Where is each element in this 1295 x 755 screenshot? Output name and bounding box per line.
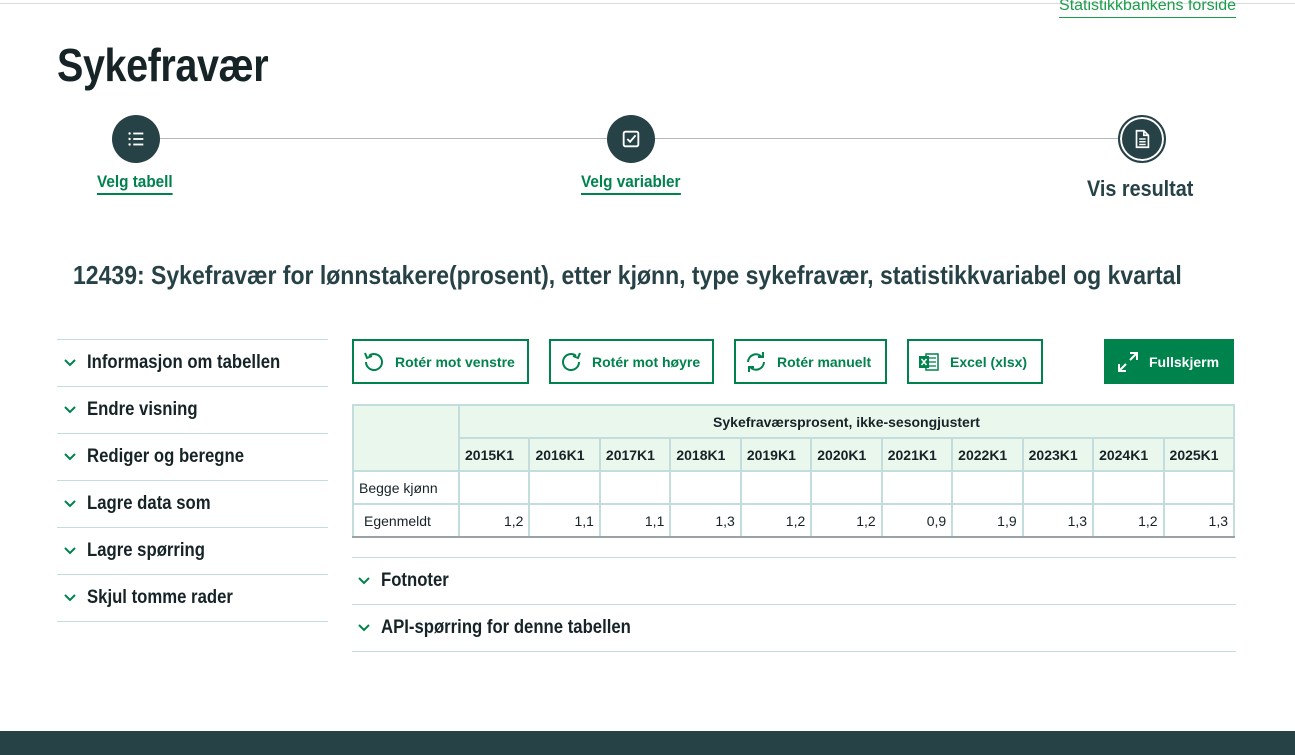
chevron-down-icon xyxy=(64,453,76,461)
fullscreen-button[interactable]: Fullskjerm xyxy=(1104,339,1234,384)
accordion-api-query-label: API-spørring for denne tabellen xyxy=(381,617,631,638)
chevron-down-icon xyxy=(64,500,76,508)
sidebar-item-save-query[interactable]: Lagre spørring xyxy=(57,528,328,575)
chevron-down-icon xyxy=(64,547,76,555)
sidebar-item-edit-calculate[interactable]: Rediger og beregne xyxy=(57,434,328,481)
table-header-main: Sykefraværsprosent, ikke-sesongjustert xyxy=(458,404,1235,439)
document-icon xyxy=(1135,129,1150,149)
row-header-group: Begge kjønn xyxy=(352,470,460,505)
fullscreen-label: Fullskjerm xyxy=(1149,353,1220,370)
sidebar-item-change-view[interactable]: Endre visning xyxy=(57,387,328,434)
table-cell: 1,1 xyxy=(528,503,601,538)
table-title: 12439: Sykefravær for lønnstakere(prosen… xyxy=(73,260,1182,290)
table-cell: 1,2 xyxy=(457,503,531,538)
sidebar: Informasjon om tabellen Endre visning Re… xyxy=(57,339,328,622)
step-label-select-variables[interactable]: Velg variabler xyxy=(581,172,681,195)
sidebar-item-hide-empty-rows[interactable]: Skjul tomme rader xyxy=(57,575,328,622)
table-cell-empty xyxy=(880,470,954,505)
table-cell: 1,3 xyxy=(1021,503,1095,538)
list-icon xyxy=(128,132,144,146)
table-cell: 1,2 xyxy=(810,503,883,538)
table-cell: 0,9 xyxy=(880,503,954,538)
checkbox-icon xyxy=(622,130,640,148)
sidebar-item-table-info[interactable]: Informasjon om tabellen xyxy=(57,340,328,387)
accordion-footnotes-label: Fotnoter xyxy=(381,570,449,591)
column-header: 2021K1 xyxy=(880,437,954,472)
column-header: 2023K1 xyxy=(1021,437,1095,472)
accordion-api-query[interactable]: API-spørring for denne tabellen xyxy=(352,605,1236,652)
rotate-right-icon xyxy=(562,352,581,371)
table-cell-empty xyxy=(1162,470,1236,505)
column-header: 2017K1 xyxy=(598,437,672,472)
expand-icon xyxy=(1118,351,1138,372)
rotate-right-label: Rotér mot høyre xyxy=(592,353,701,370)
step-label-show-result: Vis resultat xyxy=(1087,176,1194,201)
column-header: 2022K1 xyxy=(951,437,1024,472)
column-header: 2018K1 xyxy=(669,437,742,472)
table-row: Begge kjønn xyxy=(352,470,1236,505)
excel-icon xyxy=(919,352,939,371)
table-cell-empty xyxy=(951,470,1024,505)
sidebar-item-label: Rediger og beregne xyxy=(87,446,245,467)
table-cell-empty xyxy=(669,470,742,505)
table-cell: 1,3 xyxy=(669,503,742,538)
step-select-variables-button[interactable] xyxy=(607,115,655,163)
table-cell-empty xyxy=(810,470,883,505)
rotate-manual-label: Rotér manuelt xyxy=(777,353,872,370)
accordion-footnotes[interactable]: Fotnoter xyxy=(352,558,1236,605)
step-label-select-table[interactable]: Velg tabell xyxy=(97,172,173,195)
column-header: 2024K1 xyxy=(1092,437,1165,472)
column-header: 2015K1 xyxy=(457,437,531,472)
table-corner-cell xyxy=(352,404,460,472)
sidebar-item-label: Lagre spørring xyxy=(87,540,205,561)
table-row: Egenmeldt 1,2 1,1 1,1 1,3 1,2 1,2 0,9 1,… xyxy=(352,503,1236,538)
stepper: Velg tabell Velg variabler Vis resultat xyxy=(0,112,1295,212)
table-cell-empty xyxy=(528,470,601,505)
rotate-left-icon xyxy=(364,352,383,371)
home-link[interactable]: Statistikkbankens forside xyxy=(1059,0,1236,18)
sidebar-item-label: Endre visning xyxy=(87,399,198,420)
excel-download-label: Excel (xlsx) xyxy=(950,353,1028,370)
chevron-down-icon xyxy=(358,577,370,585)
excel-download-button[interactable]: Excel (xlsx) xyxy=(907,339,1043,384)
table-cell-empty xyxy=(1092,470,1165,505)
chevron-down-icon xyxy=(64,406,76,414)
accordion-list: Fotnoter API-spørring for denne tabellen xyxy=(352,557,1236,652)
chevron-down-icon xyxy=(64,359,76,367)
table-cell: 1,2 xyxy=(1092,503,1165,538)
table-cell-empty xyxy=(739,470,813,505)
sidebar-item-save-data[interactable]: Lagre data som xyxy=(57,481,328,528)
rotate-manual-button[interactable]: Rotér manuelt xyxy=(734,339,887,384)
rotate-left-label: Rotér mot venstre xyxy=(395,353,515,370)
column-header: 2016K1 xyxy=(528,437,601,472)
row-header: Egenmeldt xyxy=(352,503,460,538)
column-header: 2019K1 xyxy=(739,437,813,472)
table-cell: 1,2 xyxy=(739,503,813,538)
table-header-row: 2015K1 2016K1 2017K1 2018K1 2019K1 2020K… xyxy=(353,437,1236,472)
chevron-down-icon xyxy=(358,624,370,632)
sidebar-item-label: Informasjon om tabellen xyxy=(87,352,281,373)
rotate-manual-icon xyxy=(747,351,765,372)
table-cell-empty xyxy=(457,470,531,505)
table-cell: 1,3 xyxy=(1162,503,1236,538)
data-table: Sykefraværsprosent, ikke-sesongjustert 2… xyxy=(352,404,1236,538)
step-show-result-button[interactable] xyxy=(1118,115,1166,163)
sidebar-item-label: Lagre data som xyxy=(87,493,211,514)
table-cell-empty xyxy=(598,470,672,505)
table-cell: 1,9 xyxy=(951,503,1024,538)
rotate-left-button[interactable]: Rotér mot venstre xyxy=(352,339,529,384)
rotate-right-button[interactable]: Rotér mot høyre xyxy=(549,339,714,384)
table-cell: 1,1 xyxy=(598,503,672,538)
table-cell-empty xyxy=(1021,470,1095,505)
footer xyxy=(0,731,1295,755)
toolbar: Rotér mot venstre Rotér mot høyre Rotér … xyxy=(352,339,1235,384)
page-title: Sykefravær xyxy=(57,39,269,91)
column-header: 2020K1 xyxy=(810,437,883,472)
step-select-table-button[interactable] xyxy=(112,115,160,163)
chevron-down-icon xyxy=(64,594,76,602)
column-header: 2025K1 xyxy=(1162,437,1236,472)
sidebar-item-label: Skjul tomme rader xyxy=(87,587,233,608)
